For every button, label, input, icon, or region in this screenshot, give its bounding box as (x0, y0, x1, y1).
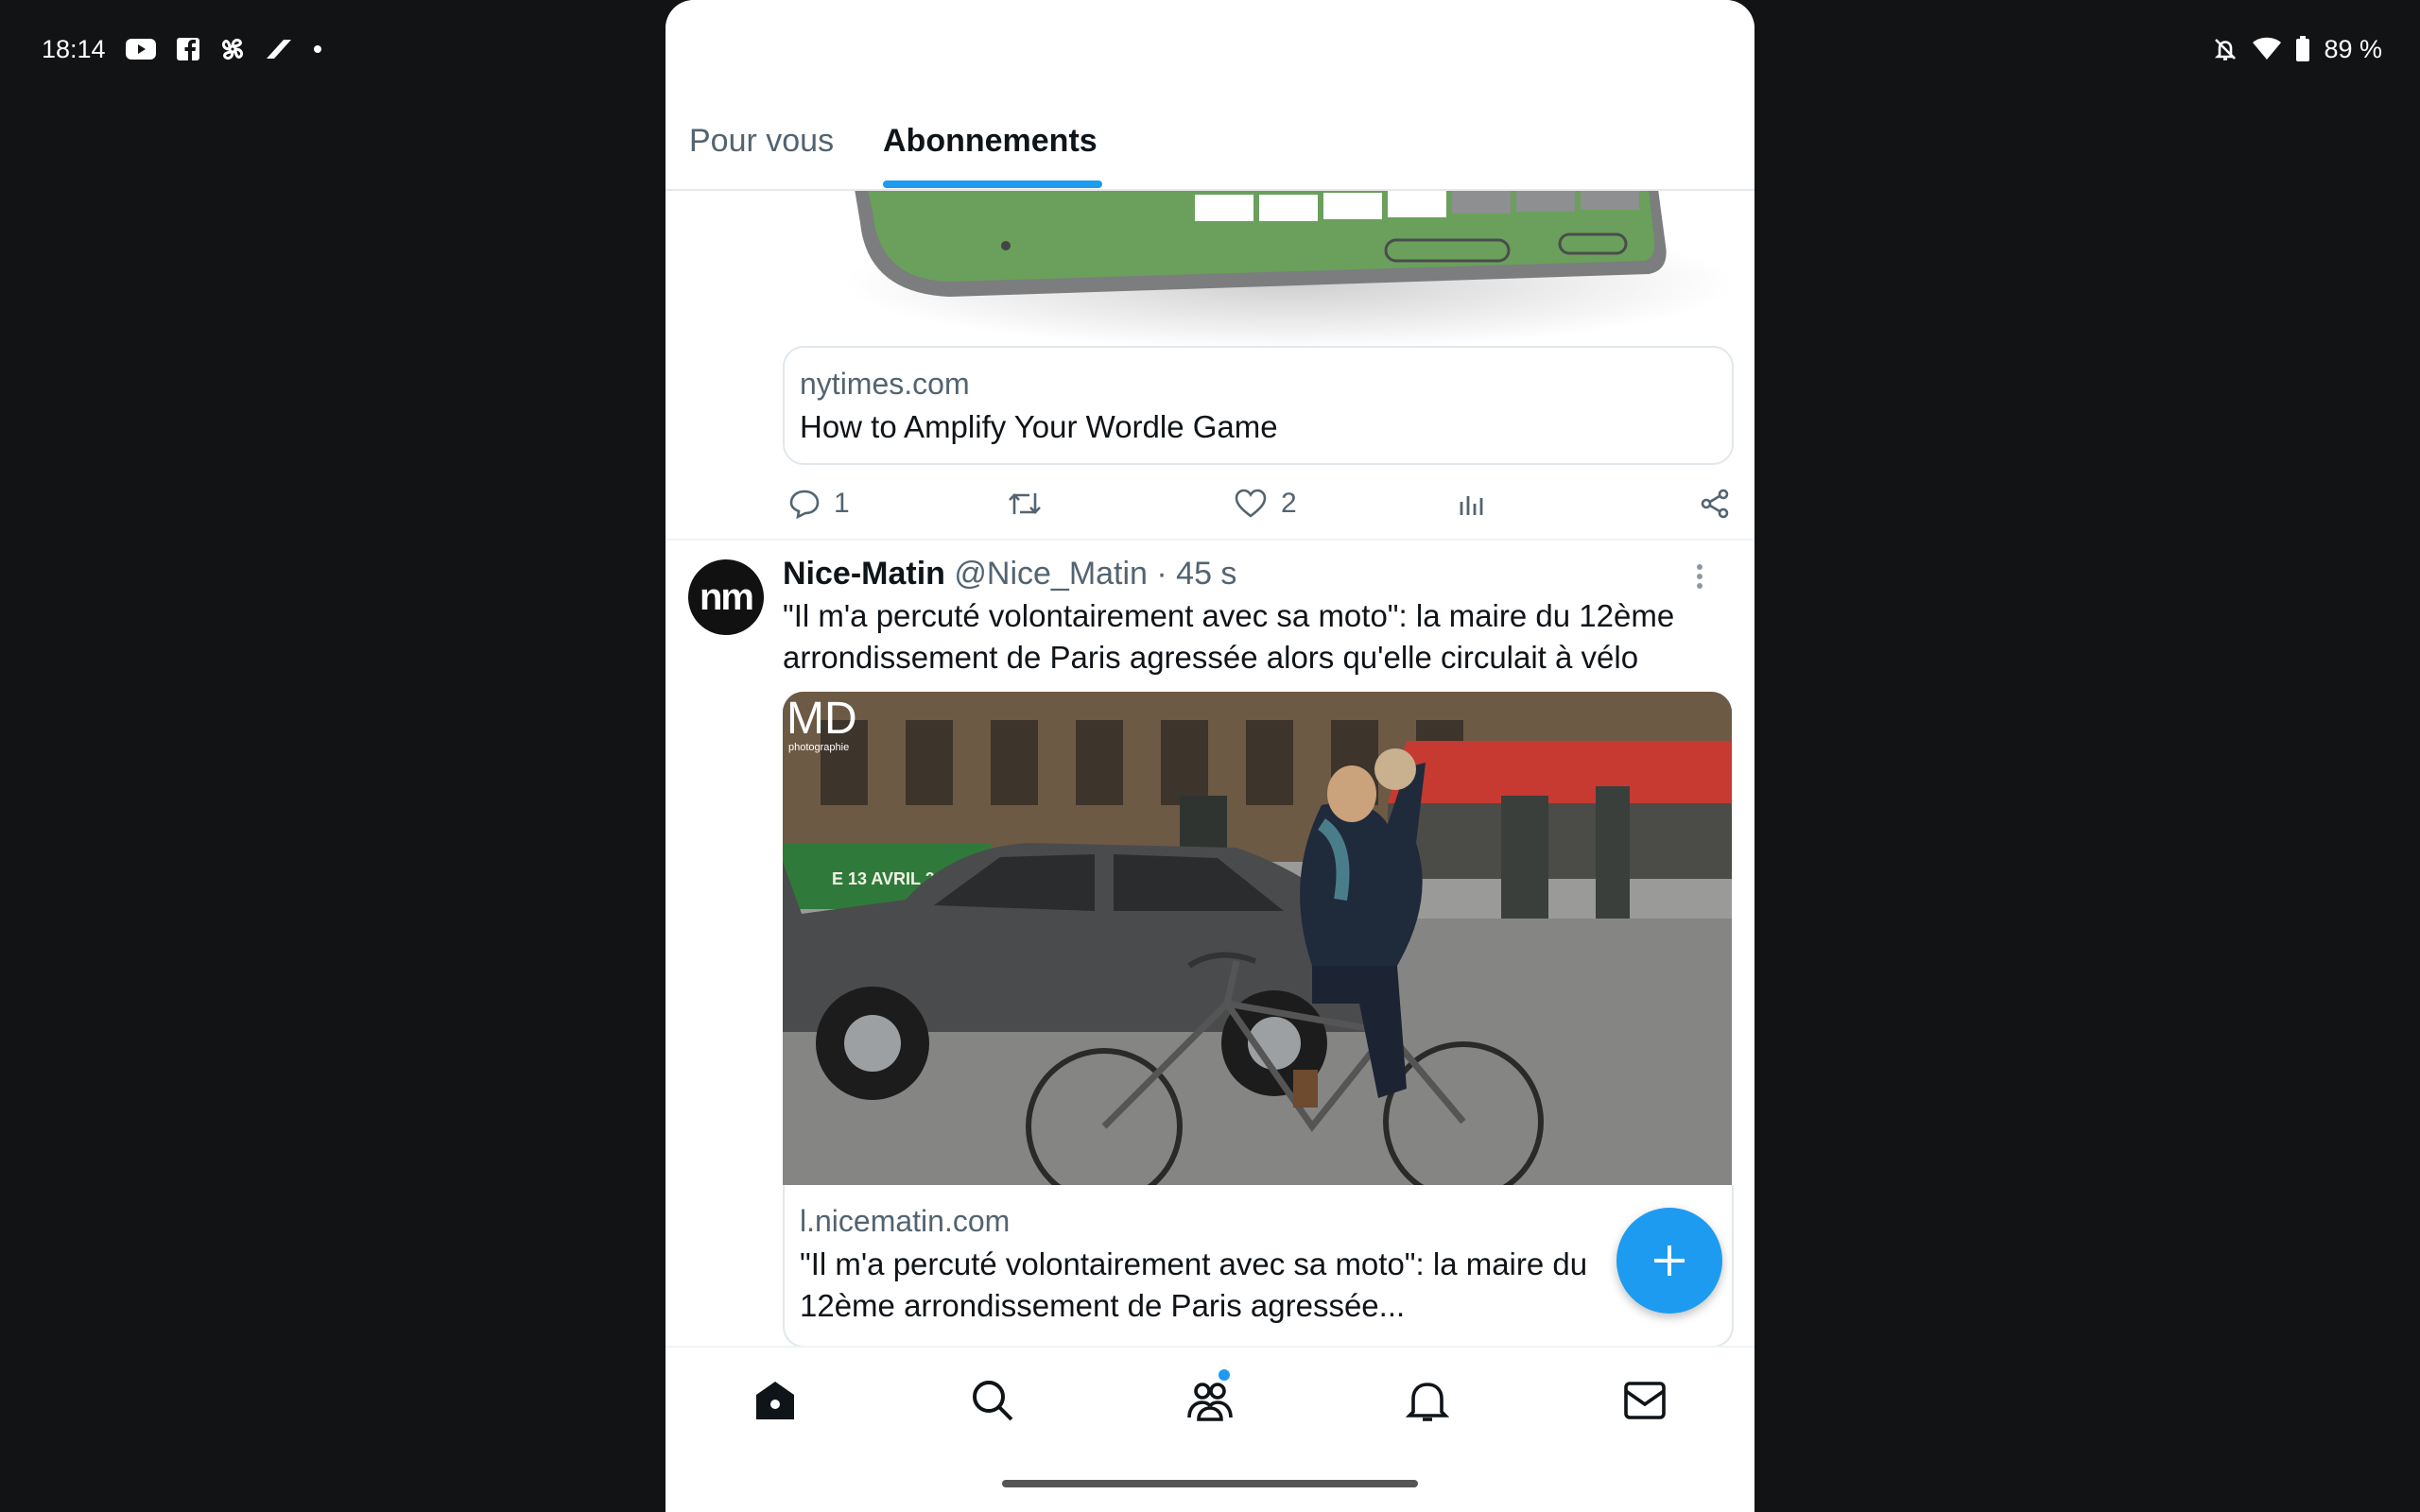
tweet-header: Nice-Matin @Nice_Matin · 45 s (783, 556, 1236, 593)
timeline-feed[interactable]: nytimes.com How to Amplify Your Wordle G… (666, 189, 1754, 1346)
pinwheel-icon (219, 36, 246, 62)
reply-button[interactable]: 1 (788, 480, 850, 527)
share-button[interactable] (1699, 480, 1731, 527)
nav-search[interactable] (964, 1372, 1021, 1429)
tweet-text: "Il m'a percuté volontairement avec sa m… (783, 598, 1675, 675)
card-title: "Il m'a percuté volontairement avec sa m… (800, 1246, 1588, 1323)
like-count: 2 (1281, 488, 1297, 519)
compose-button[interactable] (1616, 1208, 1722, 1314)
wifi-icon (2252, 37, 2282, 61)
card-title: How to Amplify Your Wordle Game (800, 409, 1278, 444)
battery-percent: 89 % (2324, 34, 2382, 63)
facebook-icon (176, 37, 200, 61)
analytics-icon (1457, 489, 1487, 519)
dot-icon (312, 43, 323, 55)
youtube-icon (125, 37, 157, 61)
photo-watermark: MD (786, 694, 857, 744)
tab-abonnements[interactable]: Abonnements (883, 123, 1098, 160)
home-icon (752, 1378, 798, 1423)
tweet-photo[interactable]: E 13 AVRIL 2015 MD photographie (783, 692, 1732, 1187)
messages-icon (1622, 1380, 1668, 1421)
retweet-button[interactable] (1007, 480, 1043, 527)
card-image-phone-illustration[interactable] (666, 189, 1754, 350)
gesture-home-indicator[interactable] (1002, 1480, 1418, 1487)
avatar[interactable]: nm (688, 559, 764, 635)
status-bar-right: 89 % (2212, 32, 2382, 66)
clock: 18:14 (42, 34, 106, 63)
search-icon (970, 1378, 1015, 1423)
link-card[interactable]: nytimes.com How to Amplify Your Wordle G… (783, 346, 1734, 465)
heart-icon (1234, 488, 1268, 520)
twitter-app-window: Pour vous Abonnements nytimes.com How to… (666, 0, 1754, 1512)
status-bar-left: 18:14 (42, 32, 323, 66)
avatar-initials: nm (700, 576, 754, 618)
retweet-icon (1007, 488, 1043, 520)
photo-watermark-sub: photographie (788, 742, 849, 753)
communities-icon (1185, 1376, 1235, 1425)
tweet-divider (666, 539, 1754, 541)
bottom-navigation (666, 1346, 1754, 1512)
link-card[interactable]: l.nicematin.com "Il m'a percuté volontai… (783, 1185, 1734, 1346)
notification-dot (1219, 1369, 1230, 1381)
timeline-tabs: Pour vous Abonnements (666, 0, 1754, 191)
share-icon (1699, 488, 1731, 520)
battery-icon (2295, 36, 2310, 62)
author-name[interactable]: Nice-Matin (783, 556, 945, 592)
card-domain: l.nicematin.com (800, 1204, 1011, 1238)
reply-icon (788, 488, 821, 520)
more-options-icon[interactable] (1696, 563, 1703, 594)
nav-messages[interactable] (1616, 1372, 1673, 1429)
card-domain: nytimes.com (800, 367, 970, 401)
tab-pour-vous[interactable]: Pour vous (689, 123, 834, 160)
tweet-actions: 1 2 (783, 480, 1737, 527)
nav-home[interactable] (747, 1372, 804, 1429)
feather-icon (265, 38, 293, 60)
active-tab-indicator (883, 180, 1102, 188)
nav-notifications[interactable] (1399, 1372, 1456, 1429)
views-button[interactable] (1457, 480, 1487, 527)
notifications-icon (1406, 1378, 1449, 1423)
author-handle-time[interactable]: @Nice_Matin · 45 s (954, 556, 1236, 592)
bell-off-icon (2212, 36, 2238, 62)
plus-icon (1651, 1242, 1688, 1280)
nav-communities[interactable] (1182, 1369, 1238, 1429)
like-button[interactable]: 2 (1234, 480, 1297, 527)
reply-count: 1 (834, 488, 850, 519)
